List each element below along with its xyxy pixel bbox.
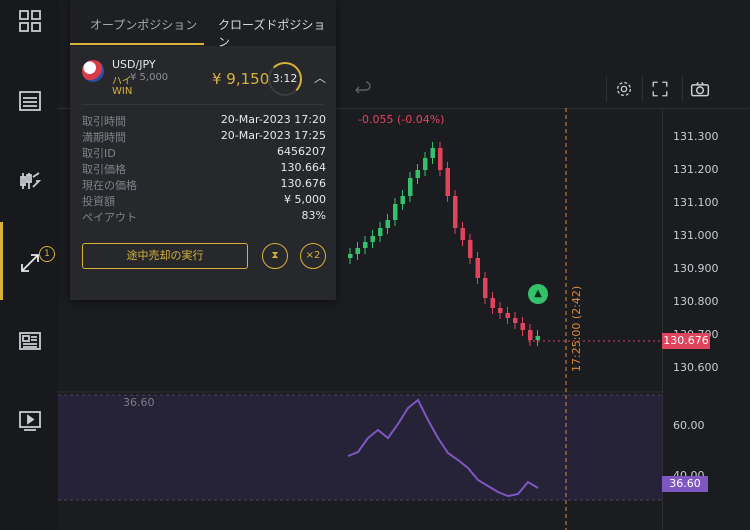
detail-value: 130.676 <box>280 177 327 190</box>
candle-body <box>483 278 488 298</box>
candle-body <box>423 158 428 170</box>
price-label: 131.200 <box>673 163 719 176</box>
early-sell-button[interactable]: 途中売却の実行 <box>82 243 248 269</box>
detail-label: 取引ID <box>82 147 116 160</box>
candle-body <box>400 196 405 204</box>
candle-body <box>528 330 533 340</box>
candle-body <box>348 254 353 258</box>
candle-body <box>498 308 503 313</box>
detail-row: 取引価格 130.664 <box>82 161 326 177</box>
candle-body <box>468 240 473 258</box>
candle-body <box>460 228 465 240</box>
panel-divider <box>82 104 324 105</box>
double-up-button[interactable]: ×2 <box>300 243 326 269</box>
trade-direction: ハイ <box>112 76 132 87</box>
detail-label: 取引価格 <box>82 163 126 176</box>
position-panel: オープンポジション クローズドポジション USD/JPY ハイ ¥ 5,000 … <box>70 0 336 300</box>
left-sidebar: 1 <box>0 0 59 530</box>
tab-open-positions[interactable]: オープンポジション <box>90 16 197 33</box>
candle-body <box>393 204 398 220</box>
candle-body <box>378 228 383 236</box>
candle-body <box>490 298 495 308</box>
active-tab-underline <box>70 43 204 45</box>
countdown-timer: 3:12 <box>268 62 302 96</box>
detail-row: 投資額 ¥ 5,000 <box>82 193 326 209</box>
price-label: 130.900 <box>673 262 719 275</box>
candle-body <box>513 318 518 323</box>
news-icon[interactable] <box>17 328 43 354</box>
hourglass-icon[interactable]: ⧗ <box>262 243 288 269</box>
rsi-value-tag: 36.60 <box>662 476 708 492</box>
detail-label: 満期時間 <box>82 131 126 144</box>
candle-body <box>363 242 368 248</box>
candle-body <box>520 323 525 330</box>
chevron-up-icon[interactable]: ︿ <box>310 68 330 88</box>
fullscreen-icon[interactable] <box>642 76 677 102</box>
positions-count-badge: 1 <box>39 246 55 262</box>
candle-body <box>415 170 420 178</box>
detail-value: 20-Mar-2023 17:20 <box>220 113 326 126</box>
price-label: 130.600 <box>673 361 719 374</box>
payout-amount: ¥ 9,150 <box>212 70 270 88</box>
detail-value: 83% <box>301 209 326 222</box>
price-scale[interactable]: 131.300 131.200 131.100 131.000 130.900 … <box>662 108 750 530</box>
candle-body <box>355 248 360 254</box>
chart-list-icon[interactable] <box>17 88 43 114</box>
expiry-timer-label: 17:25:00 (2:42) <box>570 285 583 372</box>
price-label: 131.300 <box>673 130 719 143</box>
detail-row: ペイアウト 83% <box>82 209 326 225</box>
candle-body <box>475 258 480 278</box>
detail-row: 取引ID 6456207 <box>82 145 326 161</box>
screenshot-camera-icon[interactable] <box>682 76 717 102</box>
price-label: 131.000 <box>673 229 719 242</box>
rsi-scale-label: 60.00 <box>673 419 705 432</box>
up-signal-icon[interactable]: ▲ <box>528 284 548 304</box>
candle-body <box>370 236 375 242</box>
candle-body <box>385 220 390 228</box>
video-icon[interactable] <box>17 408 43 434</box>
detail-value: ¥ 5,000 <box>284 193 326 206</box>
detail-value: 6456207 <box>277 145 326 158</box>
candle-body <box>445 168 450 196</box>
grid-icon[interactable] <box>17 8 43 34</box>
pair-name: USD/JPY <box>112 58 156 71</box>
tab-closed-positions[interactable]: クローズドポジション <box>218 16 336 50</box>
settings-gear-icon[interactable] <box>606 76 641 102</box>
price-label: 130.800 <box>673 295 719 308</box>
candle-body <box>535 336 540 340</box>
detail-label: ペイアウト <box>82 211 137 224</box>
usd-jpy-flag-icon <box>82 60 104 82</box>
detail-label: 取引時間 <box>82 115 126 128</box>
candle-body <box>453 196 458 228</box>
candle-body <box>430 148 435 158</box>
detail-label: 現在の価格 <box>82 179 137 192</box>
detail-value: 130.664 <box>280 161 327 174</box>
candle-body <box>408 178 413 196</box>
detail-row: 満期時間 20-Mar-2023 17:25 <box>82 129 326 145</box>
active-indicator <box>0 222 3 300</box>
detail-row: 取引時間 20-Mar-2023 17:20 <box>82 113 326 129</box>
detail-label: 投資額 <box>82 195 115 208</box>
price-label: 131.100 <box>673 196 719 209</box>
detail-row: 現在の価格 130.676 <box>82 177 326 193</box>
candle-body <box>505 313 510 318</box>
undo-icon[interactable] <box>346 76 380 102</box>
rsi-top-label: 36.60 <box>123 396 155 409</box>
trade-status: WIN <box>112 86 133 97</box>
current-price-tag: 130.676 <box>662 333 710 349</box>
detail-value: 20-Mar-2023 17:25 <box>220 129 326 142</box>
trade-amount: ¥ 5,000 <box>130 72 169 83</box>
candle-body <box>438 148 443 170</box>
position-tabs: オープンポジション クローズドポジション <box>70 0 336 49</box>
trade-arrows-icon[interactable] <box>17 168 43 194</box>
